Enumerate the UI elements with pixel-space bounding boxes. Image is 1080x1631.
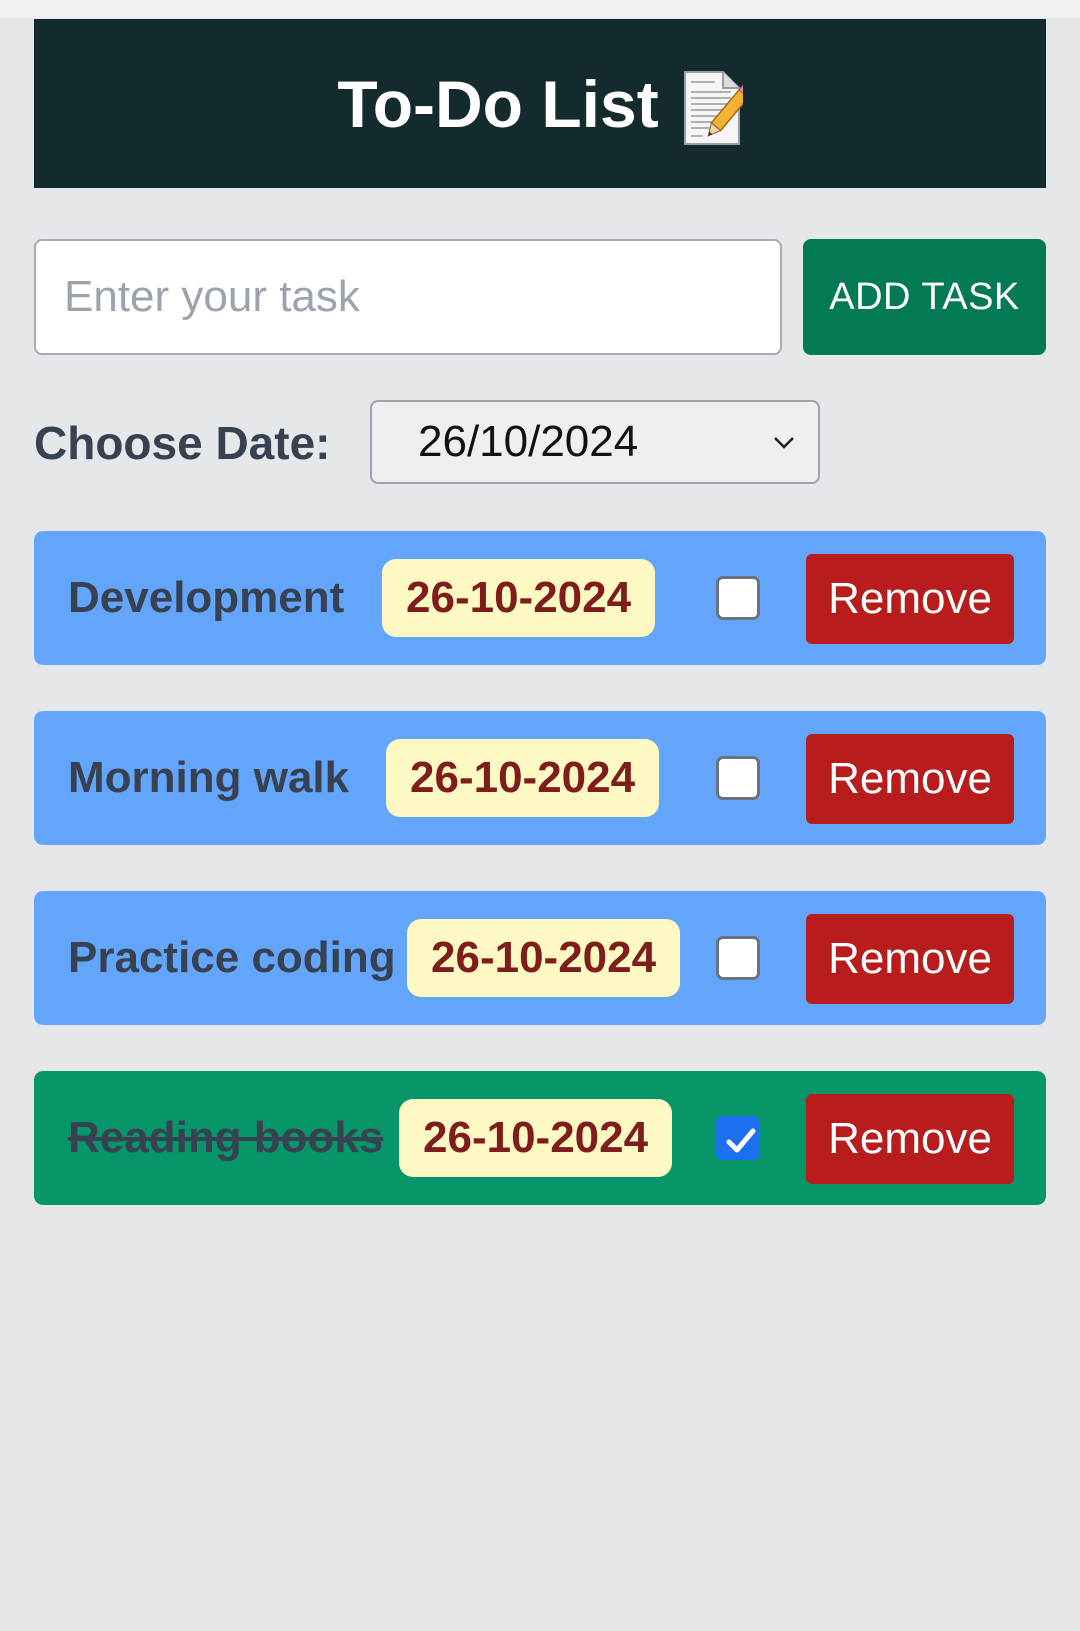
task-list: Development 26-10-2024 Remove Morning wa… [34,531,1046,1251]
task-checkbox[interactable] [716,936,760,980]
chevron-down-icon [774,437,794,449]
task-name: Morning walk [68,753,350,802]
memo-icon [681,70,754,146]
date-select[interactable]: 26/10/2024 [370,400,820,484]
page-title: To-Do List [337,66,659,141]
remove-button[interactable]: Remove [806,914,1014,1004]
task-item-completed: Reading books 26-10-2024 Remove [34,1071,1046,1205]
date-select-value: 26/10/2024 [418,417,639,466]
task-date-badge: 26-10-2024 [386,739,660,817]
checkmark-icon [726,1128,756,1153]
task-checkbox-checked[interactable] [716,1116,760,1160]
task-checkbox[interactable] [716,756,760,800]
task-name: Reading books [68,1113,384,1162]
task-item: Practice coding 26-10-2024 Remove [34,891,1046,1025]
task-item: Morning walk 26-10-2024 Remove [34,711,1046,845]
task-date-badge: 26-10-2024 [382,559,656,637]
remove-button[interactable]: Remove [806,1094,1014,1184]
task-item: Development 26-10-2024 Remove [34,531,1046,665]
add-task-form: ADD TASK [34,239,1046,355]
task-name: Practice coding [68,933,396,982]
remove-button[interactable]: Remove [806,554,1014,644]
task-date-badge: 26-10-2024 [399,1099,673,1177]
date-label: Choose Date: [34,417,331,469]
status-strip [0,0,1080,18]
task-name: Development [68,573,345,622]
task-date-badge: 26-10-2024 [407,919,681,997]
date-picker-row: Choose Date: 26/10/2024 [34,400,1046,486]
remove-button[interactable]: Remove [806,734,1014,824]
task-input[interactable] [34,239,782,355]
add-task-button[interactable]: ADD TASK [803,239,1046,355]
app-header: To-Do List [34,19,1046,188]
task-checkbox[interactable] [716,576,760,620]
